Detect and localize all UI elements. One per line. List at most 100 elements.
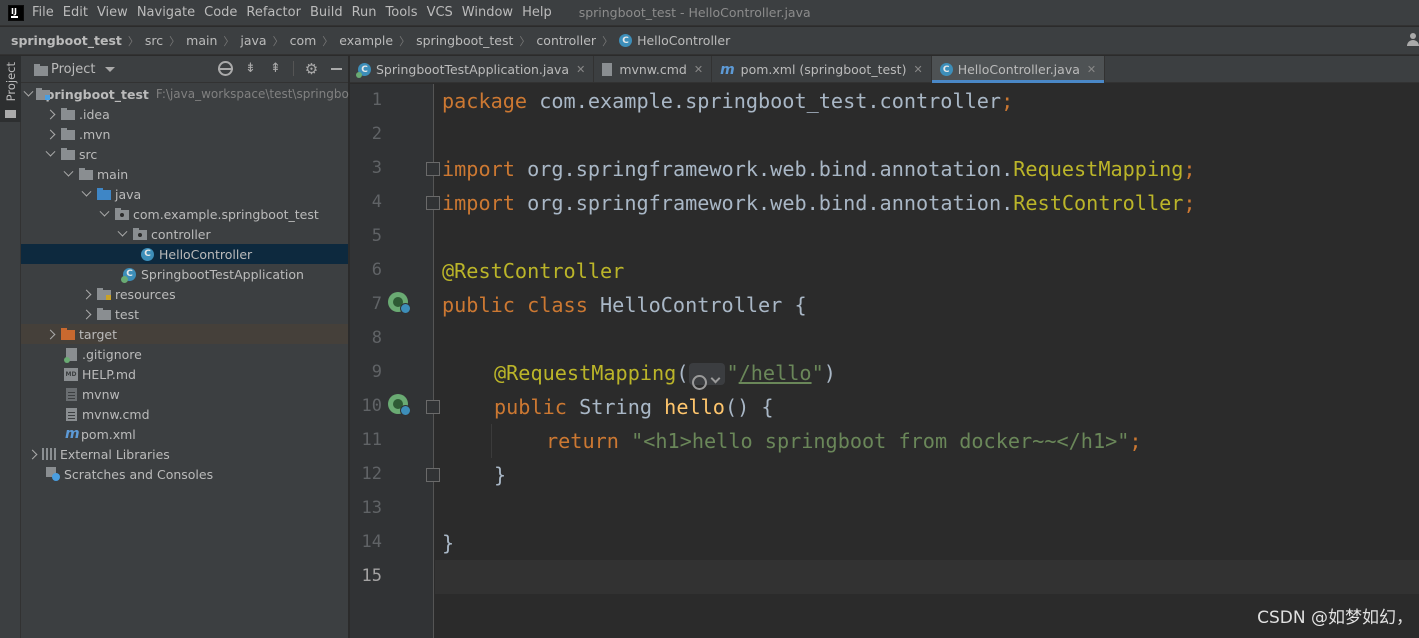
chevron-right-icon[interactable] [79,287,93,301]
menu-vcs[interactable]: VCS [427,5,453,20]
locate-file-icon[interactable] [218,61,233,76]
tree-item-test[interactable]: test [21,304,348,324]
tree-item-src[interactable]: src [21,144,348,164]
tree-item-help-md[interactable]: MD HELP.md [21,364,348,384]
close-icon[interactable]: ✕ [694,63,703,76]
tree-item-hello-controller[interactable]: C HelloController [21,244,348,264]
tree-item-controller[interactable]: controller [21,224,348,244]
java-class-icon: C [141,247,154,261]
source-folder-icon [96,187,112,201]
folder-icon [5,110,16,118]
menu-code[interactable]: Code [204,5,237,20]
menu-navigate[interactable]: Navigate [137,5,195,20]
tree-item-springboot-test[interactable]: springboot_test F:\java_workspace\test\s… [21,84,349,104]
tab-mvnw-cmd[interactable]: mvnw.cmd ✕ [594,56,713,83]
chevron-down-icon[interactable] [61,167,75,181]
line-number: 3 [371,158,382,178]
close-icon[interactable]: ✕ [1087,63,1096,76]
menu-window[interactable]: Window [462,5,513,20]
tree-item-mvnw-cmd[interactable]: mvnw.cmd [21,404,348,424]
line-number: 11 [361,430,382,450]
breadcrumb-java[interactable]: java [240,33,266,48]
user-icon[interactable] [1407,33,1419,46]
chevron-down-icon[interactable] [97,207,111,221]
spring-endpoint-gutter-icon[interactable] [388,394,411,416]
tree-item-label: mvnw.cmd [82,406,150,422]
chevron-right-icon[interactable] [79,307,93,321]
tab-pom-xml[interactable]: m pom.xml (springboot_test) ✕ [712,56,932,83]
menu-help[interactable]: Help [522,5,552,20]
chevron-down-icon[interactable] [105,66,116,72]
menu-edit[interactable]: Edit [63,5,88,20]
project-view-selector[interactable]: Project [51,62,95,77]
spring-boot-class-icon: C [356,63,371,78]
gitignore-file-icon [64,347,77,363]
chevron-down-icon[interactable] [25,87,32,101]
breadcrumb-src[interactable]: src [145,33,163,48]
expand-all-icon[interactable]: ⇟ [243,61,258,76]
tree-item-scratches[interactable]: Scratches and Consoles [21,464,348,484]
gear-icon[interactable]: ⚙ [304,60,319,78]
menu-file[interactable]: File [32,5,54,20]
tree-item-target[interactable]: target [21,324,348,344]
tab-springboot-test-application[interactable]: C SpringbootTestApplication.java ✕ [350,56,595,83]
tab-label: HelloController.java [957,62,1080,77]
text-file-icon [602,63,613,76]
breadcrumb-hello-controller[interactable]: C HelloController [619,33,730,48]
breadcrumb-main[interactable]: main [186,33,217,48]
chevron-right-icon[interactable] [43,327,57,341]
tree-item-gitignore[interactable]: .gitignore [21,344,348,364]
code-editor[interactable]: 1 2 3 4 5 6 7 8 9 10 11 12 13 14 15 pack… [350,84,1419,638]
breadcrumb-com[interactable]: com [290,33,317,48]
breadcrumb-controller[interactable]: controller [536,33,596,48]
code-line-10: public String hello() { [494,395,774,419]
line-number: 12 [361,464,382,484]
menu-view[interactable]: View [97,5,128,20]
menu-refactor[interactable]: Refactor [246,5,301,20]
project-tree: springboot_test F:\java_workspace\test\s… [21,83,349,484]
close-icon[interactable]: ✕ [913,63,922,76]
tree-item-springboot-application[interactable]: C SpringbootTestApplication [21,264,348,284]
fold-icon[interactable] [426,162,440,176]
tree-item-java[interactable]: java [21,184,348,204]
tree-item-external-libraries[interactable]: External Libraries [21,444,348,464]
chevron-down-icon[interactable] [115,227,129,241]
code-line-1: package com.example.springboot_test.cont… [442,89,1014,113]
spring-bean-gutter-icon[interactable] [388,292,411,314]
minimize-icon[interactable] [329,61,344,76]
menu-tools[interactable]: Tools [386,5,418,20]
tree-item-resources[interactable]: resources [21,284,348,304]
menu-run[interactable]: Run [352,5,377,20]
chevron-down-icon[interactable] [43,147,57,161]
line-number: 2 [371,124,382,144]
url-inlay-hint[interactable] [689,362,726,390]
tree-item-idea[interactable]: .idea [21,104,348,124]
tree-item-mvnw[interactable]: mvnw [21,384,348,404]
menu-build[interactable]: Build [310,5,343,20]
chevron-right-icon[interactable] [43,127,57,141]
url-link[interactable]: /hello [739,361,812,385]
tree-item-label: com.example.springboot_test [133,206,319,222]
chevron-right-icon[interactable] [43,107,57,121]
fold-icon[interactable] [426,400,440,414]
collapse-all-icon[interactable]: ⇞ [268,61,283,76]
close-icon[interactable]: ✕ [576,63,585,76]
fold-icon[interactable] [426,196,440,210]
tree-item-mvn[interactable]: .mvn [21,124,348,144]
project-tool-window-button[interactable]: Project [0,56,21,122]
tree-item-label: target [79,326,118,342]
maven-icon: m [65,426,80,442]
project-panel-header: Project ⇟ ⇞ ⚙ [21,56,348,83]
folder-icon [60,147,76,161]
breadcrumb-project[interactable]: springboot_test [11,33,122,48]
breadcrumb-springboot-test[interactable]: springboot_test [416,33,513,48]
tree-item-pom-xml[interactable]: m pom.xml [21,424,348,444]
tree-item-main[interactable]: main [21,164,348,184]
chevron-down-icon[interactable] [79,187,93,201]
chevron-right-icon[interactable] [25,447,39,461]
tab-hello-controller[interactable]: C HelloController.java ✕ [931,56,1106,83]
fold-icon[interactable] [426,468,440,482]
breadcrumb-example[interactable]: example [339,33,393,48]
tree-item-label: resources [115,286,176,302]
tree-item-package[interactable]: com.example.springboot_test [21,204,348,224]
